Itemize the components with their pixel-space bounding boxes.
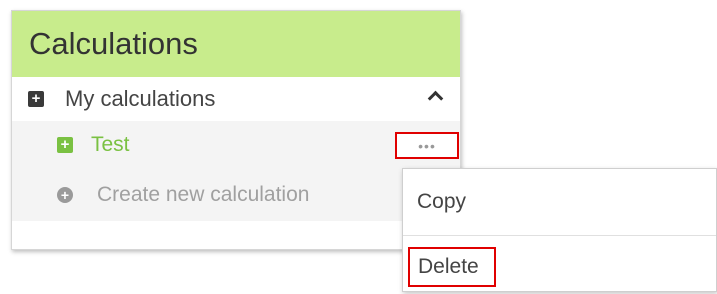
- plus-circle-icon[interactable]: +: [57, 187, 73, 203]
- panel-title: Calculations: [29, 26, 198, 61]
- calculation-list: + Test ••• + Create new calculation: [12, 121, 460, 221]
- panel-header: Calculations: [12, 11, 460, 77]
- my-calculations-group[interactable]: + My calculations: [12, 77, 460, 121]
- menu-item-delete[interactable]: Delete: [408, 247, 496, 287]
- create-new-label[interactable]: Create new calculation: [97, 183, 309, 207]
- menu-item-delete-label: Delete: [418, 255, 479, 278]
- plus-square-icon[interactable]: +: [28, 91, 44, 107]
- chevron-up-icon[interactable]: [427, 90, 444, 107]
- ellipsis-icon: •••: [418, 137, 436, 154]
- menu-item-copy[interactable]: Copy: [417, 190, 466, 214]
- more-options-button[interactable]: •••: [395, 132, 459, 159]
- calculation-name[interactable]: Test: [91, 133, 130, 157]
- list-item[interactable]: + Test •••: [12, 121, 460, 169]
- menu-divider: [403, 235, 716, 236]
- group-label[interactable]: My calculations: [65, 86, 215, 112]
- options-menu: Copy Delete: [402, 168, 717, 292]
- create-new-calculation[interactable]: + Create new calculation: [12, 169, 460, 221]
- calculations-panel: Calculations + My calculations + Test ••…: [11, 10, 461, 250]
- plus-square-icon[interactable]: +: [57, 137, 73, 153]
